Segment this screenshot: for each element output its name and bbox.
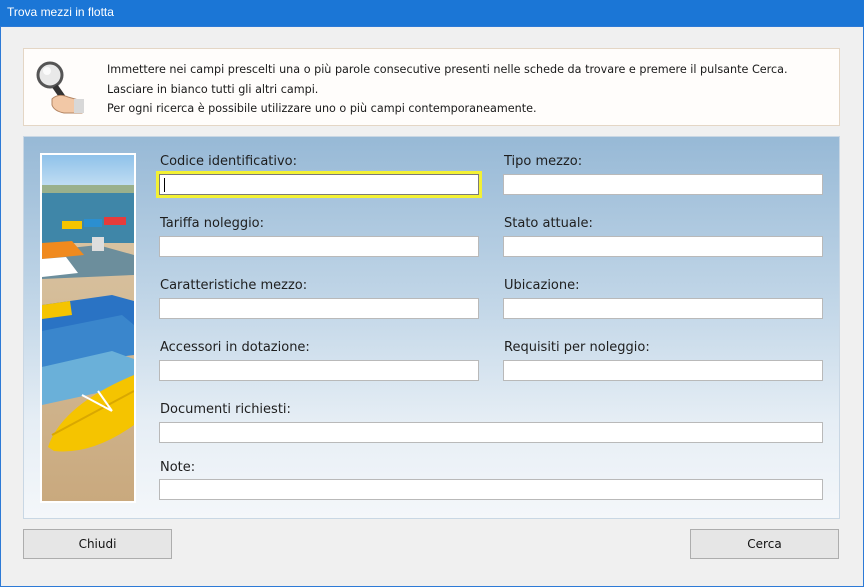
- label-caratteristiche-mezzo: Caratteristiche mezzo:: [160, 278, 308, 293]
- ubicazione-input[interactable]: [503, 298, 823, 319]
- label-requisiti-per-noleggio: Requisiti per noleggio:: [504, 340, 650, 355]
- tipo-mezzo-input[interactable]: [503, 174, 823, 195]
- instructions-box: Immettere nei campi prescelti una o più …: [23, 48, 840, 126]
- instruction-line-2: Lasciare in bianco tutti gli altri campi…: [107, 83, 319, 96]
- label-documenti-richiesti: Documenti richiesti:: [160, 402, 291, 417]
- label-stato-attuale: Stato attuale:: [504, 216, 593, 231]
- window-title: Trova mezzi in flotta: [7, 5, 114, 19]
- caratteristiche-mezzo-input[interactable]: [159, 298, 479, 319]
- codice-identificativo-input[interactable]: [156, 171, 482, 198]
- magnifier-hand-icon: [36, 61, 84, 114]
- search-button[interactable]: Cerca: [690, 529, 839, 559]
- stato-attuale-input[interactable]: [503, 236, 823, 257]
- tariffa-noleggio-input[interactable]: [159, 236, 479, 257]
- kayak-beach-image: [40, 153, 136, 503]
- instruction-line-3: Per ogni ricerca è possibile utilizzare …: [107, 102, 537, 115]
- label-accessori-in-dotazione: Accessori in dotazione:: [160, 340, 310, 355]
- accessori-in-dotazione-input[interactable]: [159, 360, 479, 381]
- label-note: Note:: [160, 460, 196, 475]
- text-caret: [164, 178, 165, 192]
- label-ubicazione: Ubicazione:: [504, 278, 580, 293]
- title-bar[interactable]: Trova mezzi in flotta: [0, 0, 864, 26]
- instruction-line-1: Immettere nei campi prescelti una o più …: [107, 63, 788, 76]
- label-tariffa-noleggio: Tariffa noleggio:: [160, 216, 265, 231]
- close-button[interactable]: Chiudi: [23, 529, 172, 559]
- documenti-richiesti-input[interactable]: [159, 422, 823, 443]
- label-codice-identificativo: Codice identificativo:: [160, 154, 298, 169]
- note-input[interactable]: [159, 479, 823, 500]
- label-tipo-mezzo: Tipo mezzo:: [504, 154, 583, 169]
- requisiti-per-noleggio-input[interactable]: [503, 360, 823, 381]
